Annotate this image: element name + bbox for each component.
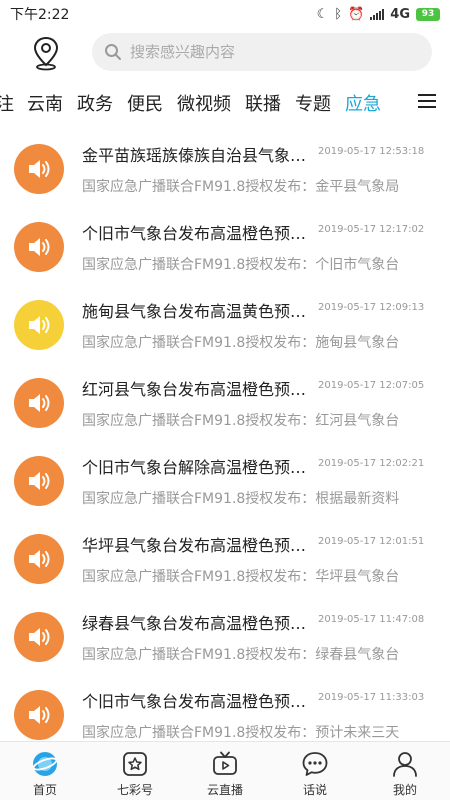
- nav-qicaihao[interactable]: 七彩号: [90, 742, 180, 800]
- list-item[interactable]: 个旧市气象台发布高温橙色预警信号 2019-05-17 12:17:02 国家应…: [0, 204, 450, 282]
- item-title: 施甸县气象台发布高温黄色预警信号: [82, 302, 320, 321]
- nav-label: 七彩号: [116, 783, 153, 797]
- nav-talk[interactable]: 话说: [270, 742, 360, 800]
- item-time: 2019-05-17 12:01:51: [318, 536, 425, 547]
- item-title: 绿春县气象台发布高温橙色预警信号: [82, 614, 320, 633]
- list-item[interactable]: 华坪县气象台发布高温橙色预警信号 2019-05-17 12:01:51 国家应…: [0, 516, 450, 594]
- item-desc: 国家应急广播联合FM91.8授权发布：个旧市气象台: [82, 257, 400, 273]
- item-desc: 国家应急广播联合FM91.8授权发布：红河县气象台: [82, 413, 400, 429]
- speaker-icon: [14, 300, 64, 350]
- menu-icon[interactable]: [418, 94, 436, 108]
- location-button[interactable]: [30, 33, 62, 73]
- signal-icon: [370, 8, 385, 20]
- item-desc: 国家应急广播联合FM91.8授权发布：根据最新资料: [82, 491, 400, 507]
- speaker-icon: [14, 690, 64, 740]
- nav-live[interactable]: 云直播: [180, 742, 270, 800]
- nav-mine[interactable]: 我的: [360, 742, 450, 800]
- tab-yunnan[interactable]: 云南: [27, 90, 63, 116]
- nav-label: 我的: [392, 783, 417, 797]
- item-title: 个旧市气象台发布高温橙色预警信号: [82, 692, 320, 711]
- list-item[interactable]: 红河县气象台发布高温橙色预警信号 2019-05-17 12:07:05 国家应…: [0, 360, 450, 438]
- speaker-icon: [14, 222, 64, 272]
- item-time: 2019-05-17 11:33:03: [318, 692, 425, 703]
- tab-zhuanti[interactable]: 专题: [295, 90, 331, 116]
- tab-lianbo[interactable]: 联播: [245, 90, 281, 116]
- item-title: 华坪县气象台发布高温橙色预警信号: [82, 536, 320, 555]
- status-bar: 下午2:22 ☾ ᛒ ⏰ 4G 93: [0, 0, 450, 28]
- chat-bubble-icon: [301, 750, 329, 778]
- tab-yingji[interactable]: 应急: [345, 90, 381, 116]
- item-title: 个旧市气象台解除高温橙色预警信号: [82, 458, 320, 477]
- alarm-icon: ⏰: [348, 6, 365, 22]
- speaker-icon: [14, 534, 64, 584]
- location-pin-icon: [33, 36, 59, 71]
- status-icons: ☾ ᛒ ⏰ 4G 93: [317, 7, 440, 22]
- search-icon: [105, 44, 121, 60]
- nav-home[interactable]: 首页: [0, 742, 90, 800]
- item-time: 2019-05-17 12:17:02: [318, 224, 425, 235]
- search-box[interactable]: [92, 33, 432, 71]
- list-item[interactable]: 金平苗族瑶族傣族自治县气象局发布 2019-05-17 12:53:18 国家应…: [0, 126, 450, 204]
- item-desc: 国家应急广播联合FM91.8授权发布：金平县气象局: [82, 179, 400, 195]
- item-title: 个旧市气象台发布高温橙色预警信号: [82, 224, 320, 243]
- item-desc: 国家应急广播联合FM91.8授权发布：预计未来三天: [82, 725, 400, 741]
- item-time: 2019-05-17 12:09:13: [318, 302, 425, 313]
- tab-weishipin[interactable]: 微视频: [177, 90, 231, 116]
- list-item[interactable]: 绿春县气象台发布高温橙色预警信号 2019-05-17 11:47:08 国家应…: [0, 594, 450, 672]
- nav-label: 首页: [32, 783, 57, 797]
- tab-bianmin[interactable]: 便民: [127, 90, 163, 116]
- speaker-icon: [14, 612, 64, 662]
- speaker-icon: [14, 456, 64, 506]
- item-desc: 国家应急广播联合FM91.8授权发布：华坪县气象台: [82, 569, 400, 585]
- tab-zhu[interactable]: 注: [0, 90, 14, 116]
- item-desc: 国家应急广播联合FM91.8授权发布：绿春县气象台: [82, 647, 400, 663]
- home-planet-icon: [31, 750, 59, 778]
- item-title: 金平苗族瑶族傣族自治县气象局发布: [82, 146, 320, 165]
- item-time: 2019-05-17 11:47:08: [318, 614, 425, 625]
- list-item[interactable]: 个旧市气象台发布高温橙色预警信号 2019-05-17 11:33:03 国家应…: [0, 672, 450, 741]
- header: [0, 28, 450, 78]
- tv-play-icon: [211, 750, 239, 778]
- list-item[interactable]: 施甸县气象台发布高温黄色预警信号 2019-05-17 12:09:13 国家应…: [0, 282, 450, 360]
- item-title: 红河县气象台发布高温橙色预警信号: [82, 380, 320, 399]
- speaker-icon: [14, 144, 64, 194]
- alert-list: 金平苗族瑶族傣族自治县气象局发布 2019-05-17 12:53:18 国家应…: [0, 126, 450, 741]
- item-time: 2019-05-17 12:07:05: [318, 380, 425, 391]
- nav-label: 话说: [302, 783, 327, 797]
- tab-zhengwu[interactable]: 政务: [77, 90, 113, 116]
- star-box-icon: [121, 750, 149, 778]
- moon-icon: ☾: [316, 6, 329, 22]
- user-icon: [391, 750, 419, 778]
- network-type: 4G: [390, 6, 410, 22]
- status-time: 下午2:22: [10, 7, 70, 23]
- nav-label: 云直播: [206, 783, 243, 797]
- list-item[interactable]: 个旧市气象台解除高温橙色预警信号 2019-05-17 12:02:21 国家应…: [0, 438, 450, 516]
- bluetooth-icon: ᛒ: [334, 6, 343, 22]
- search-input[interactable]: [130, 43, 410, 61]
- bottom-nav: 首页 七彩号 云直播 话说 我的: [0, 741, 450, 800]
- speaker-icon: [14, 378, 64, 428]
- item-time: 2019-05-17 12:02:21: [318, 458, 425, 469]
- item-desc: 国家应急广播联合FM91.8授权发布：施甸县气象台: [82, 335, 400, 351]
- battery-icon: 93: [416, 7, 440, 21]
- item-time: 2019-05-17 12:53:18: [318, 146, 425, 157]
- channel-tabs: 注 云南 政务 便民 微视频 联播 专题 应急: [0, 84, 450, 124]
